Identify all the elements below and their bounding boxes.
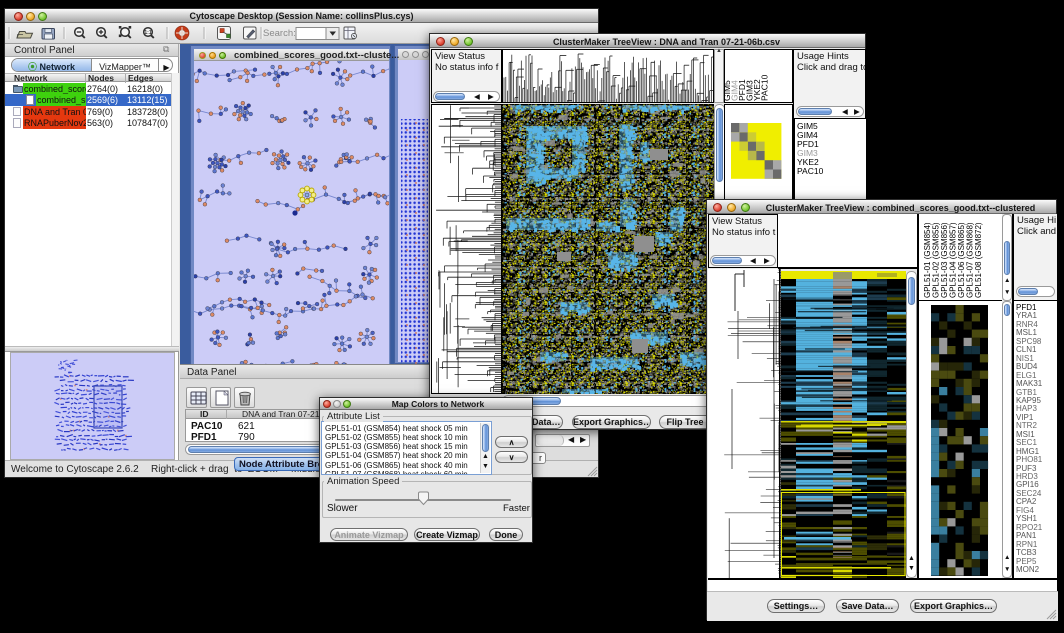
svg-text:GPL51-08 (GSM872): GPL51-08 (GSM872) [974,222,983,298]
svg-text:Search:: Search: [263,28,296,39]
svg-text:PAC10: PAC10 [760,74,770,101]
svg-text:1:1: 1:1 [144,30,151,36]
